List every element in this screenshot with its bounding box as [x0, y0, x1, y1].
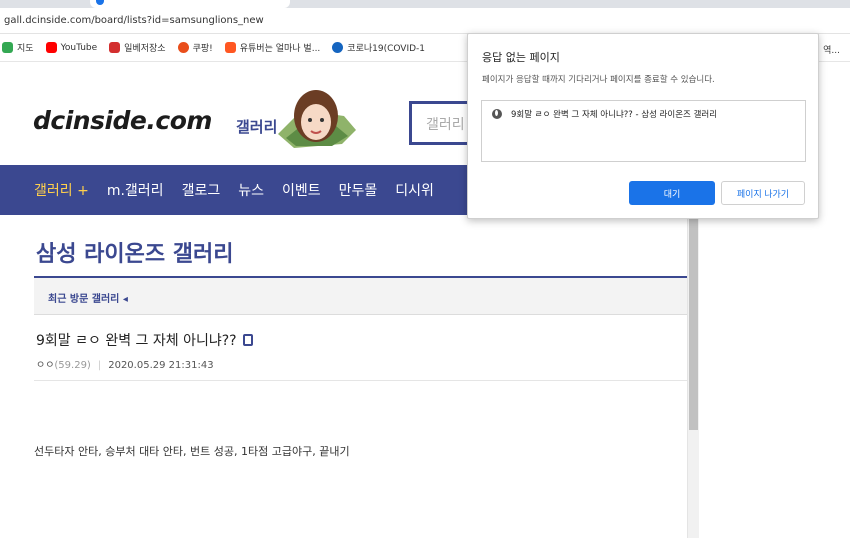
post-datetime: 2020.05.29 21:31:43	[108, 360, 214, 371]
recent-galleries-toggle[interactable]: 최근 방문 갤러리 ◂	[48, 290, 128, 305]
coupang-icon	[177, 42, 189, 53]
bookmark-maps[interactable]: 지도	[2, 41, 34, 54]
meta-separator: |	[97, 360, 102, 371]
dialog-page-item[interactable]: 9회말 ㄹㅇ 완벽 그 자체 아니냐?? - 삼성 라이온즈 갤러리	[492, 108, 717, 120]
playboard-icon	[224, 42, 236, 53]
dialog-title: 응답 없는 페이지	[482, 51, 560, 64]
search-input[interactable]: 갤러리	[409, 101, 471, 145]
nav-mandumall[interactable]: 만두몰	[339, 180, 378, 200]
dialog-page-item-label: 9회말 ㄹㅇ 완벽 그 자체 아니냐?? - 삼성 라이온즈 갤러리	[511, 110, 718, 120]
post-title-text: 9회말 ㄹㅇ 완벽 그 자체 아니냐??	[36, 333, 237, 349]
globe-icon	[492, 109, 502, 119]
nav-event[interactable]: 이벤트	[282, 180, 321, 200]
post-author-ip: (59.29)	[54, 360, 91, 371]
bookmark-label: YouTube	[60, 42, 98, 53]
bookmark-ilbe[interactable]: 일베저장소	[109, 41, 166, 54]
ilbe-icon	[109, 42, 121, 53]
gallery-title[interactable]: 삼성 라이온즈 갤러리	[36, 236, 233, 268]
bookmark-youtube[interactable]: YouTube	[45, 42, 98, 53]
bookmark-label: 유튜버는 얼마나 벌...	[239, 44, 321, 54]
wait-button[interactable]: 대기	[629, 181, 715, 205]
bookmark-label: 지도	[17, 44, 34, 54]
post-author[interactable]: ㅇㅇ	[36, 360, 54, 371]
post-title: 9회말 ㄹㅇ 완벽 그 자체 아니냐??	[36, 330, 253, 350]
unresponsive-page-dialog: 응답 없는 페이지 페이지가 응답할 때까지 기다리거나 페이지를 종료할 수 …	[467, 33, 819, 219]
bookmark-overflow[interactable]: 역...	[823, 43, 840, 56]
address-bar[interactable]: gall.dcinside.com/board/lists?id=samsung…	[0, 8, 850, 34]
youtube-icon	[45, 42, 57, 53]
bookmark-covid[interactable]: 코로나19(COVID-1	[332, 41, 425, 54]
divider	[34, 380, 687, 381]
nav-gallog[interactable]: 갤로그	[182, 180, 221, 200]
search-placeholder: 갤러리	[426, 117, 465, 133]
exit-page-button[interactable]: 페이지 나가기	[721, 181, 805, 205]
bookmark-label: 코로나19(COVID-1	[347, 44, 426, 54]
nav-dcwide[interactable]: 디시위	[395, 180, 434, 200]
dialog-description: 페이지가 응답할 때까지 기다리거나 페이지를 종료할 수 있습니다.	[482, 75, 715, 85]
nav-gallery[interactable]: 갤러리 +	[34, 180, 89, 200]
scrollbar-thumb[interactable]	[689, 218, 698, 430]
nav-mobile-gallery[interactable]: m.갤러리	[107, 180, 164, 200]
bookmark-label: 쿠팡!	[192, 44, 213, 54]
nav-news[interactable]: 뉴스	[238, 180, 264, 200]
mascot-avatar-image	[278, 90, 356, 148]
covid-icon	[332, 42, 344, 53]
active-tab[interactable]	[90, 0, 290, 8]
mobile-post-icon	[242, 334, 253, 346]
site-logo[interactable]: dcinside.com	[33, 106, 212, 135]
post-meta: ㅇㅇ(59.29) | 2020.05.29 21:31:43	[36, 356, 214, 371]
map-icon	[2, 42, 13, 53]
dialog-page-list: 9회말 ㄹㅇ 완벽 그 자체 아니냐?? - 삼성 라이온즈 갤러리	[481, 100, 806, 162]
url-text[interactable]: gall.dcinside.com/board/lists?id=samsung…	[4, 15, 264, 26]
tab-strip	[0, 0, 850, 8]
recent-galleries-bar: 최근 방문 갤러리 ◂	[34, 278, 687, 315]
bookmark-label: 일베저장소	[124, 44, 166, 54]
bookmark-playboard[interactable]: 유튜버는 얼마나 벌...	[224, 41, 321, 54]
bookmark-coupang[interactable]: 쿠팡!	[177, 41, 213, 54]
post-body: 선두타자 안타, 승부처 대타 안타, 번트 성공, 1타점 고급야구, 끝내기	[34, 445, 350, 458]
